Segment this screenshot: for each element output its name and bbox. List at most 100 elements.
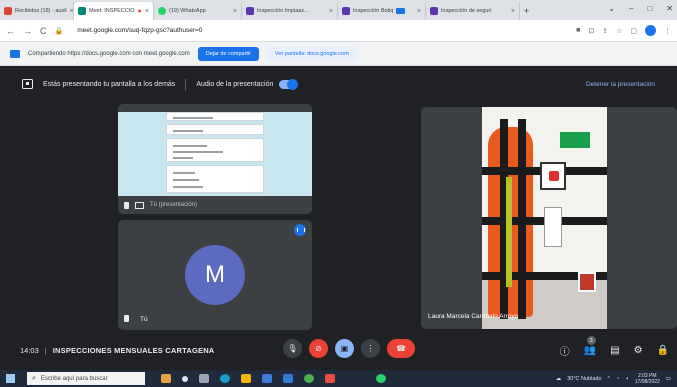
new-tab-button[interactable]: + (520, 2, 540, 20)
taskbar-search-box[interactable]: ⌕ Escribe aquí para buscar (27, 372, 145, 385)
meeting-info-icon[interactable]: ⓘ (560, 343, 570, 358)
tab-inspeccion-botiquin[interactable]: Inspección Botiq × (338, 2, 426, 20)
file-explorer-icon[interactable] (241, 374, 251, 383)
present-screen-icon (135, 201, 144, 209)
chat-icon[interactable]: ▤ (610, 345, 619, 356)
install-icon[interactable]: ⊡ (588, 27, 594, 35)
browser-tab-bar: Recibidos (18) - auxil × Meet: INSPECCIO… (0, 0, 677, 20)
whatsapp-icon (158, 7, 166, 15)
divider (185, 78, 187, 90)
tab-title: Inspección de seguri (441, 8, 492, 14)
close-tab-icon[interactable]: × (233, 8, 237, 15)
close-tab-icon[interactable]: × (511, 8, 515, 15)
mail-icon[interactable] (283, 374, 293, 383)
sharing-text: Compartiendo https://docs.google.com con… (28, 50, 190, 57)
office-icon[interactable] (325, 374, 335, 383)
camera-off-button[interactable]: ⊘ (309, 339, 328, 358)
sharing-notification-bar: Compartiendo https://docs.google.com con… (0, 42, 677, 66)
audio-level-icon (294, 224, 306, 236)
gmail-icon (4, 7, 12, 15)
task-view-icon[interactable] (199, 374, 209, 383)
shared-document-preview (118, 112, 312, 196)
edge-icon[interactable] (220, 374, 230, 383)
share-icon[interactable]: ⇪ (602, 27, 608, 35)
tab-title: Meet: INSPECCIO (89, 8, 135, 14)
search-placeholder: Escribe aquí para buscar (40, 375, 108, 382)
self-participant-tile[interactable]: M Tú (118, 220, 312, 330)
close-tab-icon[interactable]: × (329, 8, 333, 15)
weather-text[interactable]: 30°C Nublado (567, 376, 601, 382)
presentation-tile[interactable]: Tú (presentación) (118, 104, 312, 214)
close-tab-icon[interactable]: × (145, 8, 149, 15)
whatsapp-taskbar-icon[interactable] (376, 374, 386, 383)
tab-search-icon[interactable]: ⌄ (608, 4, 615, 13)
presentation-audio-label: Audio de la presentación (196, 80, 274, 88)
activities-icon[interactable]: ⚙ (634, 345, 643, 356)
more-options-button[interactable]: ⋮ (361, 339, 380, 358)
switch-view-button[interactable]: Ver pantalla: docs.google.com (267, 46, 357, 61)
clock-date: 17/08/2022 (634, 378, 660, 385)
address-row: ← → C 🔒 meet.google.com/suq-fqzp-gsc?aut… (0, 20, 677, 42)
lock-icon[interactable]: 🔒 (55, 27, 64, 35)
network-icon[interactable]: ◔ (616, 376, 619, 382)
reload-icon[interactable]: C (40, 26, 47, 36)
chrome-icon[interactable] (304, 374, 314, 383)
maximize-button[interactable]: □ (647, 4, 652, 13)
tab-title: (19) WhatsApp (169, 8, 206, 14)
minimize-button[interactable]: – (629, 4, 633, 13)
leave-call-button[interactable]: ☎ (387, 339, 415, 358)
notifications-icon[interactable]: ▭ (666, 376, 671, 382)
participant-count-badge: 3 (586, 336, 596, 345)
forward-icon[interactable]: → (23, 26, 32, 36)
participant-tile-laura[interactable]: Laura Marcela Carabalo Arroyo (421, 107, 677, 329)
news-widget-icon[interactable] (161, 374, 171, 383)
side-panel-icon[interactable]: ▢ (630, 27, 637, 35)
toolbar-icons: ■ ⊡ ⇪ ☆ ▢ ⋮ (576, 25, 671, 36)
screen-share-icon (10, 49, 20, 58)
close-tab-icon[interactable]: × (417, 8, 421, 15)
tab-inspeccion-seguridad[interactable]: Inspección de seguri × (426, 2, 520, 20)
meeting-controls-bar: 14:03 | INSPECCIONES MENSUALES CARTAGENA… (0, 330, 677, 370)
weather-icon: ☁ (555, 375, 562, 382)
tab-inspeccion-limpieza[interactable]: Inspección Impiaaz... × (242, 2, 338, 20)
forms-icon (342, 7, 350, 15)
tray-chevron-icon[interactable]: ^ (608, 376, 611, 382)
forms-icon (430, 7, 438, 15)
present-now-button[interactable]: ▣ (335, 339, 354, 358)
menu-icon[interactable]: ⋮ (664, 27, 671, 35)
pin-icon[interactable] (124, 315, 129, 322)
tab-title: Inspección Impiaaz... (257, 8, 309, 14)
volume-icon[interactable]: ◖ (625, 376, 628, 382)
presentation-label: Tú (presentación) (150, 202, 198, 208)
windows-start-icon[interactable] (6, 374, 15, 383)
store-icon[interactable] (262, 374, 272, 383)
camera-in-use-icon[interactable]: ■ (576, 27, 580, 34)
call-controls: 🎙 ⊘ ▣ ⋮ ☎ (283, 339, 415, 358)
bookmark-star-icon[interactable]: ☆ (616, 27, 622, 35)
presentation-audio-toggle[interactable] (279, 78, 299, 90)
back-icon[interactable]: ← (6, 26, 15, 36)
profile-avatar[interactable] (645, 25, 656, 36)
participant-name: Laura Marcela Carabalo Arroyo (428, 313, 519, 320)
tab-gmail[interactable]: Recibidos (18) - auxil × (0, 2, 74, 20)
pin-icon[interactable] (124, 201, 129, 209)
host-controls-icon[interactable]: 🔒 (657, 345, 669, 356)
tab-meet[interactable]: Meet: INSPECCIO ● × (74, 2, 154, 20)
close-window-button[interactable]: ✕ (666, 4, 673, 13)
sharing-tab-icon (396, 8, 406, 14)
present-screen-icon (22, 79, 33, 89)
presentation-tile-footer: Tú (presentación) (118, 196, 312, 214)
stop-presenting-button[interactable]: Detener la presentación (586, 81, 655, 88)
people-icon[interactable]: 👥 3 (584, 336, 596, 356)
tab-title: Recibidos (18) - auxil (15, 8, 67, 14)
tab-whatsapp[interactable]: (19) WhatsApp × (154, 2, 242, 20)
meeting-time: 14:03 (20, 345, 39, 355)
taskbar-clock[interactable]: 2:03 PM 17/08/2022 (635, 373, 660, 385)
stop-sharing-button[interactable]: Dejar de compartir (197, 46, 260, 61)
url-field[interactable]: meet.google.com/suq-fqzp-gsc?authuser=0 (77, 27, 568, 34)
microphone-button[interactable]: 🎙 (283, 339, 302, 358)
forms-icon (246, 7, 254, 15)
participant-video (482, 107, 607, 329)
system-tray: ☁ 30°C Nublado ^ ◔ ◖ 2:03 PM 17/08/2022 … (556, 373, 671, 385)
cortana-icon[interactable] (182, 375, 188, 382)
